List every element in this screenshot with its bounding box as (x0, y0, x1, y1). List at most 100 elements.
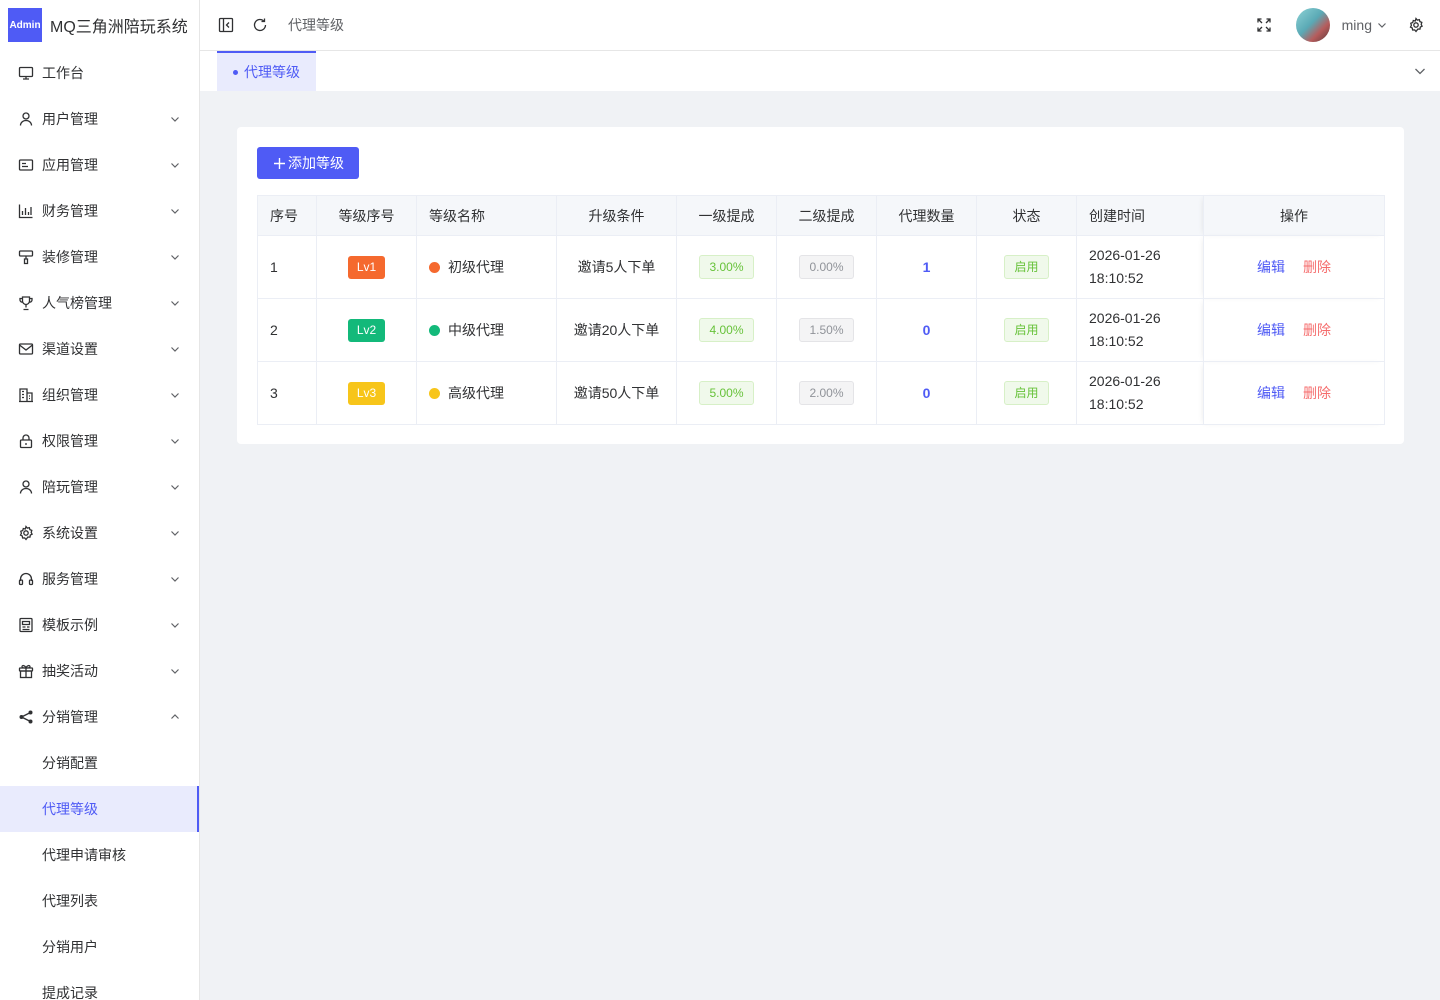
edit-button[interactable]: 编辑 (1257, 320, 1285, 340)
sidebar-item-services[interactable]: 服务管理 (0, 556, 199, 602)
edit-button[interactable]: 编辑 (1257, 383, 1285, 403)
cell-index: 1 (257, 235, 317, 299)
delete-button[interactable]: 删除 (1303, 257, 1331, 277)
sidebar-item-label: 人气榜管理 (42, 295, 112, 311)
sidebar-item-channels[interactable]: 渠道设置 (0, 326, 199, 372)
sidebar-item-distribution[interactable]: 分销管理 (0, 694, 199, 740)
cell-level: Lv1 (316, 235, 417, 299)
cell-index: 2 (257, 298, 317, 362)
tabs-more-button[interactable] (1400, 51, 1440, 91)
chevron-down-icon (169, 573, 181, 585)
sidebar-item-permissions[interactable]: 权限管理 (0, 418, 199, 464)
sidebar-item-organization[interactable]: 组织管理 (0, 372, 199, 418)
col-header-actions: 操作 (1203, 195, 1385, 236)
delete-button[interactable]: 删除 (1303, 383, 1331, 403)
chevron-down-icon (169, 251, 181, 263)
col-header-rate1: 一级提成 (676, 195, 777, 236)
table-row: 2 Lv2 中级代理 邀请20人下单 4.00% 1.50% 0 启用 2026… (257, 298, 1385, 362)
agent-count[interactable]: 0 (923, 385, 931, 401)
template-icon (18, 617, 34, 633)
rate2-tag: 1.50% (799, 318, 854, 342)
sidebar-subitem-agent-list[interactable]: 代理列表 (0, 878, 199, 924)
sidebar-item-system[interactable]: 系统设置 (0, 510, 199, 556)
status-badge: 启用 (1004, 255, 1049, 279)
app-title: MQ三角洲陪玩系统 (50, 19, 188, 36)
sidebar-item-label: 陪玩管理 (42, 479, 98, 495)
cell-name: 高级代理 (416, 361, 557, 425)
sidebar-item-label: 渠道设置 (42, 341, 98, 357)
created-time: 18:10:52 (1089, 333, 1144, 349)
created-date: 2026-01-26 (1089, 310, 1161, 326)
sidebar-item-templates[interactable]: 模板示例 (0, 602, 199, 648)
level-name: 中级代理 (448, 322, 504, 338)
sidebar-item-label: 装修管理 (42, 249, 98, 265)
rate1-tag: 3.00% (699, 255, 754, 279)
level-name: 初级代理 (448, 259, 504, 275)
gear-icon[interactable] (1406, 15, 1426, 35)
agent-count[interactable]: 1 (923, 259, 931, 275)
share-icon (18, 709, 34, 725)
gear-icon (18, 525, 34, 541)
sidebar-item-label: 财务管理 (42, 203, 98, 219)
cell-actions: 编辑 删除 (1203, 235, 1385, 299)
sidebar-item-users[interactable]: 用户管理 (0, 96, 199, 142)
cell-created: 2026-01-26 18:10:52 (1076, 235, 1204, 299)
chevron-down-icon (169, 389, 181, 401)
sidebar-item-label: 系统设置 (42, 525, 98, 541)
lock-icon (18, 433, 34, 449)
cell-level: Lv3 (316, 361, 417, 425)
sidebar-item-companions[interactable]: 陪玩管理 (0, 464, 199, 510)
rate1-tag: 5.00% (699, 381, 754, 405)
cell-rate2: 2.00% (776, 361, 877, 425)
sidebar-item-decoration[interactable]: 装修管理 (0, 234, 199, 280)
building-icon (18, 387, 34, 403)
table-header-row: 序号 等级序号 等级名称 升级条件 一级提成 二级提成 代理数量 状态 创建时间… (257, 195, 1385, 236)
chevron-down-icon (1413, 64, 1427, 78)
sidebar-item-dashboard[interactable]: 工作台 (0, 50, 199, 96)
delete-button[interactable]: 删除 (1303, 320, 1331, 340)
sidebar-subitem-agent-levels[interactable]: 代理等级 (0, 786, 199, 832)
sidebar-menu: 工作台 用户管理 应用管理 财务管理 装修管理 人气榜管理 渠道设置 组织管理 … (0, 50, 199, 1000)
cell-count: 0 (876, 361, 977, 425)
sidebar-item-label: 模板示例 (42, 617, 98, 633)
user-menu[interactable]: ming (1342, 17, 1388, 33)
sidebar-subitem-agent-applications[interactable]: 代理申请审核 (0, 832, 199, 878)
edit-button[interactable]: 编辑 (1257, 257, 1285, 277)
sidebar-subitem-commission-records[interactable]: 提成记录 (0, 970, 199, 1000)
cell-name: 初级代理 (416, 235, 557, 299)
cell-rate1: 5.00% (676, 361, 777, 425)
sidebar-item-label: 用户管理 (42, 111, 98, 127)
chevron-down-icon (169, 665, 181, 677)
refresh-icon[interactable] (250, 15, 270, 35)
sidebar-item-finance[interactable]: 财务管理 (0, 188, 199, 234)
tab-agent-levels[interactable]: 代理等级 (217, 51, 316, 91)
paint-icon (18, 249, 34, 265)
sidebar-subitem-distribution-users[interactable]: 分销用户 (0, 924, 199, 970)
created-date: 2026-01-26 (1089, 247, 1161, 263)
bar-chart-icon (18, 203, 34, 219)
fullscreen-icon[interactable] (1254, 15, 1274, 35)
agent-count[interactable]: 0 (923, 322, 931, 338)
sidebar-item-apps[interactable]: 应用管理 (0, 142, 199, 188)
chevron-down-icon (169, 205, 181, 217)
chevron-down-icon (169, 297, 181, 309)
avatar[interactable] (1295, 8, 1330, 42)
collapse-sidebar-icon[interactable] (216, 15, 236, 35)
sidebar-item-ranking[interactable]: 人气榜管理 (0, 280, 199, 326)
add-level-button[interactable]: 添加等级 (257, 147, 359, 179)
sidebar-item-lottery[interactable]: 抽奖活动 (0, 648, 199, 694)
cell-created: 2026-01-26 18:10:52 (1076, 361, 1204, 425)
cell-count: 0 (876, 298, 977, 362)
levels-table: 序号 等级序号 等级名称 升级条件 一级提成 二级提成 代理数量 状态 创建时间… (257, 195, 1385, 425)
cell-rate1: 3.00% (676, 235, 777, 299)
level-color-dot (429, 387, 440, 399)
sidebar-item-label: 权限管理 (42, 433, 98, 449)
level-color-dot (429, 261, 440, 273)
level-badge: Lv1 (347, 255, 386, 279)
gift-icon (18, 663, 34, 679)
sidebar-item-label: 分销管理 (42, 709, 98, 725)
cell-index: 3 (257, 361, 317, 425)
sidebar-subitem-distribution-config[interactable]: 分销配置 (0, 740, 199, 786)
created-time: 18:10:52 (1089, 270, 1144, 286)
logo[interactable]: Admin MQ三角洲陪玩系统 (0, 0, 199, 50)
